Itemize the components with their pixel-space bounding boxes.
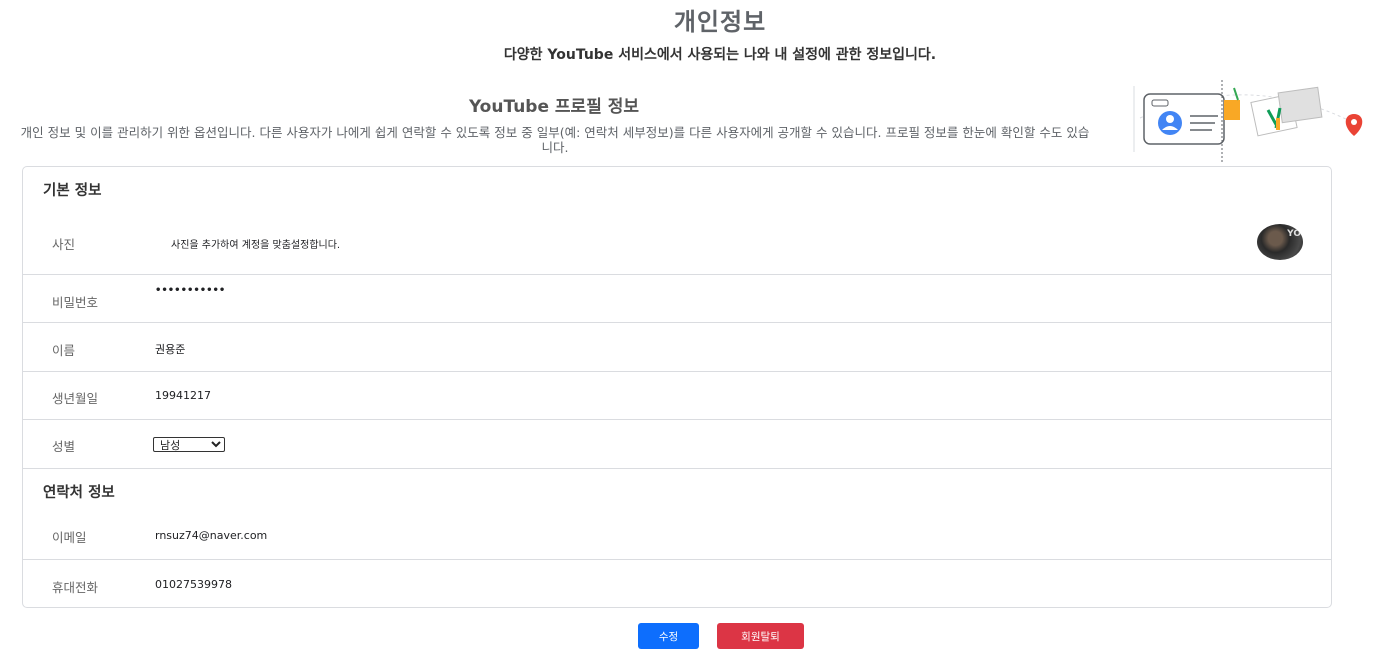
photo-hint: 사진을 추가하여 계정을 맞춤설정합니다. xyxy=(171,240,341,251)
birth-value: 19941217 xyxy=(155,389,211,402)
gender-row[interactable]: 성별 남성 xyxy=(23,420,1331,469)
gender-label: 성별 xyxy=(52,439,76,454)
drink-icon xyxy=(1224,87,1240,120)
profile-section-heading: YouTube 프로필 정보 xyxy=(468,97,640,117)
phone-value: 01027539978 xyxy=(155,578,232,591)
page-subtitle: 다양한 YouTube 서비스에서 사용되는 나와 내 설정에 관한 정보입니다… xyxy=(503,47,937,63)
profile-card: 기본 정보 사진 사진을 추가하여 계정을 맞춤설정합니다. YO 비밀번호 •… xyxy=(22,166,1332,608)
gender-select[interactable]: 남성 xyxy=(153,437,225,452)
email-label: 이메일 xyxy=(52,530,87,545)
page-title: 개인정보 xyxy=(673,8,767,36)
birth-label: 생년월일 xyxy=(52,391,99,406)
map-pin-icon xyxy=(1345,114,1363,136)
name-row[interactable]: 이름 권용준 xyxy=(23,323,1331,372)
phone-label: 휴대전화 xyxy=(52,580,99,595)
birth-row[interactable]: 생년월일 19941217 xyxy=(23,372,1331,420)
phone-row[interactable]: 휴대전화 01027539978 xyxy=(23,560,1331,608)
photo-row[interactable]: 사진 사진을 추가하여 계정을 맞춤설정합니다. YO xyxy=(23,167,1331,275)
name-value: 권용준 xyxy=(155,343,186,356)
password-value: ••••••••••• xyxy=(155,285,226,296)
email-value: rnsuz74@naver.com xyxy=(155,529,268,542)
photo-icon xyxy=(1250,86,1323,137)
profile-illustration xyxy=(1130,78,1370,164)
withdraw-button[interactable]: 회원탈퇴 xyxy=(717,623,804,649)
id-card-icon xyxy=(1143,93,1225,145)
password-row[interactable]: 비밀번호 ••••••••••• xyxy=(23,275,1331,323)
edit-button[interactable]: 수정 xyxy=(638,623,699,649)
photo-label: 사진 xyxy=(52,237,76,252)
name-label: 이름 xyxy=(52,343,76,358)
email-row[interactable]: 이메일 rnsuz74@naver.com xyxy=(23,469,1331,560)
avatar[interactable]: YO xyxy=(1257,224,1303,260)
password-label: 비밀번호 xyxy=(52,295,99,310)
avatar-text: YO xyxy=(1287,229,1301,239)
profile-section-description: 개인 정보 및 이를 관리하기 위한 옵션입니다. 다른 사용자가 나에게 쉽게… xyxy=(20,125,1090,155)
